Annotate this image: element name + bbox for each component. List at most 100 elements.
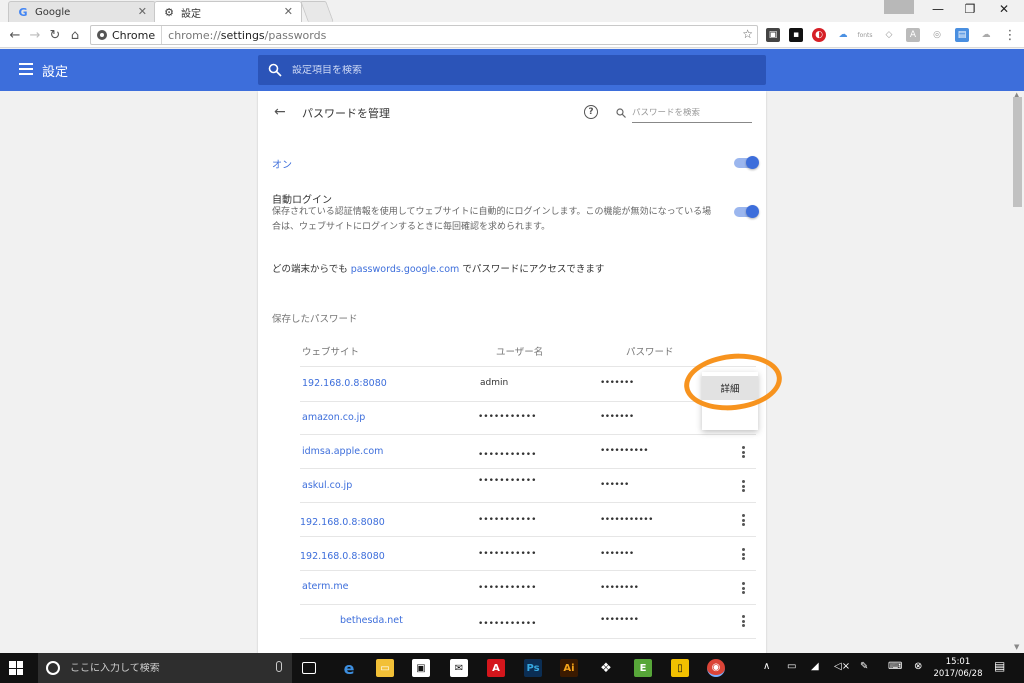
settings-title: 設定: [42, 65, 69, 80]
notification-off-icon[interactable]: ⊗: [914, 661, 922, 672]
profile-area[interactable]: [884, 0, 914, 14]
file-explorer-icon[interactable]: ▭: [376, 659, 394, 677]
taskbar-search[interactable]: [38, 653, 292, 683]
extension-icon[interactable]: ▪: [789, 28, 803, 42]
taskbar: e ▭ ▣ ✉ A Ps Ai ❖ E ▯ ◉ ∧ ▭ ◢ ◁× ✎ ⌨ ⊗ 1…: [0, 653, 1024, 683]
wifi-icon[interactable]: ◢: [811, 661, 819, 672]
row-site[interactable]: idmsa.apple.com: [302, 446, 383, 457]
sticky-notes-icon[interactable]: ▯: [671, 659, 689, 677]
dropbox-icon[interactable]: ❖: [597, 659, 615, 677]
annotation-circle: [681, 349, 785, 415]
extension-icon[interactable]: ◐: [812, 28, 826, 42]
close-icon[interactable]: ✕: [138, 5, 147, 18]
close-icon[interactable]: ✕: [284, 5, 293, 18]
more-actions-icon[interactable]: [740, 548, 746, 560]
taskbar-search-input[interactable]: [70, 662, 270, 674]
row-site[interactable]: 192.168.0.8:8080: [302, 378, 387, 389]
chrome-taskbar-icon[interactable]: ◉: [707, 659, 725, 677]
row-site[interactable]: 192.168.0.8:8080: [300, 517, 385, 528]
photoshop-icon[interactable]: Ps: [524, 659, 542, 677]
row-user: •••••••••••: [478, 476, 537, 486]
acrobat-icon[interactable]: A: [487, 659, 505, 677]
tab-settings[interactable]: ⚙ 設定 ✕: [154, 1, 302, 23]
hamburger-icon[interactable]: [19, 63, 33, 75]
keyboard-icon[interactable]: ⌨: [888, 661, 902, 672]
forward-icon[interactable]: →: [26, 26, 44, 44]
battery-icon[interactable]: ▭: [787, 661, 796, 672]
row-password: ••••••••: [600, 583, 639, 593]
omnibox-url[interactable]: chrome://settings/passwords: [162, 29, 326, 42]
more-actions-icon[interactable]: [740, 446, 746, 458]
extension-icon[interactable]: fonts: [857, 28, 872, 42]
store-icon[interactable]: ▣: [412, 659, 430, 677]
microphone-icon[interactable]: [276, 661, 282, 672]
row-user: •••••••••••: [478, 549, 537, 559]
new-tab-button[interactable]: [300, 1, 334, 22]
edge-icon[interactable]: e: [340, 659, 358, 678]
home-icon[interactable]: ⌂: [66, 26, 84, 44]
more-actions-icon[interactable]: [740, 582, 746, 594]
clock[interactable]: 15:01 2017/06/28: [932, 656, 984, 680]
extension-icon[interactable]: ◎: [930, 28, 944, 42]
row-user: admin: [480, 378, 509, 388]
reload-icon[interactable]: ↻: [46, 26, 64, 44]
dropbox-icon[interactable]: ◇: [882, 28, 896, 42]
row-password: ••••••••: [600, 615, 639, 625]
more-actions-icon[interactable]: [740, 480, 746, 492]
row-site[interactable]: 192.168.0.8:8080: [300, 551, 385, 562]
scroll-down-icon[interactable]: ▼: [1014, 643, 1019, 651]
column-header-site: ウェブサイト: [302, 347, 360, 358]
illustrator-icon[interactable]: Ai: [560, 659, 578, 677]
back-icon[interactable]: ←: [6, 26, 24, 44]
extension-icon[interactable]: ▣: [766, 28, 780, 42]
google-g-icon: G: [18, 5, 28, 19]
tab-google[interactable]: G Google ✕: [8, 1, 156, 22]
page-title: パスワードを管理: [302, 107, 390, 120]
row-user: •••••••••••: [478, 583, 537, 593]
tab-title: Google: [35, 6, 71, 18]
cloud-icon[interactable]: ☁: [836, 28, 850, 42]
row-site[interactable]: bethesda.net: [340, 615, 403, 626]
scrollbar[interactable]: ▲ ▼: [1011, 91, 1024, 653]
row-user: •••••••••••: [478, 619, 537, 629]
volume-icon[interactable]: ◁×: [834, 661, 850, 672]
omnibox[interactable]: Chrome chrome://settings/passwords ☆: [90, 25, 758, 45]
column-header-user: ユーザー名: [496, 347, 544, 358]
password-search[interactable]: [616, 103, 752, 123]
row-site[interactable]: askul.co.jp: [302, 480, 352, 491]
cortana-icon[interactable]: [46, 661, 60, 675]
more-actions-icon[interactable]: [740, 615, 746, 627]
row-password: ••••••••••: [600, 446, 649, 456]
row-site[interactable]: amazon.co.jp: [302, 412, 365, 423]
bookmark-star-icon[interactable]: ☆: [742, 27, 753, 41]
password-search-input[interactable]: [632, 107, 748, 118]
back-arrow-icon[interactable]: ←: [274, 104, 286, 120]
task-view-icon[interactable]: [302, 662, 316, 674]
close-window-icon[interactable]: ✕: [984, 0, 1024, 18]
search-icon: [616, 107, 626, 118]
extension-icon[interactable]: ▤: [955, 28, 969, 42]
row-password: •••••••: [600, 412, 634, 422]
cloud-icon[interactable]: ☁: [979, 28, 993, 42]
row-password: ••••••: [600, 480, 629, 490]
extension-icon[interactable]: A: [906, 28, 920, 42]
help-icon[interactable]: ?: [584, 105, 598, 119]
offer-save-label: オン: [272, 160, 292, 171]
column-header-password: パスワード: [626, 347, 674, 358]
chevron-up-icon[interactable]: ∧: [763, 661, 770, 672]
settings-search[interactable]: [258, 55, 766, 85]
access-text: どの端末からでも passwords.google.com でパスワードにアクセ…: [272, 264, 605, 275]
menu-icon[interactable]: ⋮: [1003, 28, 1017, 43]
more-actions-icon[interactable]: [740, 514, 746, 526]
offer-save-toggle[interactable]: [734, 156, 759, 169]
row-site[interactable]: aterm.me: [302, 581, 349, 592]
mail-icon[interactable]: ✉: [450, 659, 468, 677]
scrollbar-thumb[interactable]: [1013, 97, 1022, 207]
autologin-toggle[interactable]: [734, 205, 759, 218]
action-center-icon[interactable]: ▤: [994, 659, 1005, 673]
settings-search-input[interactable]: [292, 64, 732, 76]
passwords-link[interactable]: passwords.google.com: [351, 264, 460, 275]
windows-start-icon[interactable]: [9, 661, 23, 675]
evernote-icon[interactable]: E: [634, 659, 652, 677]
pen-icon[interactable]: ✎: [860, 661, 868, 672]
